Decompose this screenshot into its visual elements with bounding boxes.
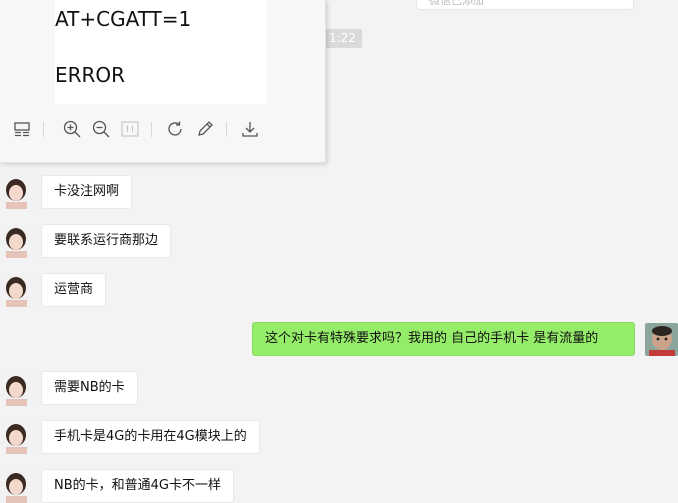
toolbar-separator <box>226 122 227 137</box>
actual-size-icon <box>120 119 140 139</box>
message-bubble[interactable]: 要联系运行商那边 <box>41 224 172 258</box>
contact-avatar[interactable] <box>0 176 33 209</box>
layout-icon[interactable] <box>12 119 32 139</box>
user-avatar[interactable] <box>645 323 678 356</box>
message-bubble[interactable]: 运营商 <box>41 273 107 307</box>
download-icon[interactable] <box>240 119 260 139</box>
toolbar-separator <box>43 122 44 137</box>
image-text-line: AT+CGATT=1 <box>55 7 192 31</box>
message-bubble[interactable]: 手机卡是4G的卡用在4G模块上的 <box>41 420 260 454</box>
message-bubble-sent[interactable]: 这个对卡有特殊要求吗？我用的 自己的手机卡 是有流量的 <box>252 322 635 356</box>
partial-message-bubble: 微信已添加 <box>416 0 634 10</box>
zoom-in-icon[interactable] <box>62 119 82 139</box>
timestamp: 1:22 <box>324 29 362 48</box>
image-text-line: ERROR <box>55 63 126 87</box>
image-preview: AT+CGATT=1 ERROR <box>55 0 266 104</box>
message-bubble[interactable]: 需要NB的卡 <box>41 371 138 405</box>
zoom-out-icon[interactable] <box>91 119 111 139</box>
image-viewer: AT+CGATT=1 ERROR <box>0 0 326 163</box>
contact-avatar[interactable] <box>0 470 33 503</box>
contact-avatar[interactable] <box>0 225 33 258</box>
contact-avatar[interactable] <box>0 373 33 406</box>
edit-icon[interactable] <box>195 119 215 139</box>
toolbar-separator <box>151 122 152 137</box>
contact-avatar[interactable] <box>0 421 33 454</box>
message-bubble[interactable]: 卡没注网啊 <box>41 175 133 209</box>
contact-avatar[interactable] <box>0 274 33 307</box>
message-bubble[interactable]: NB的卡，和普通4G卡不一样 <box>41 469 234 503</box>
rotate-icon[interactable] <box>165 119 185 139</box>
